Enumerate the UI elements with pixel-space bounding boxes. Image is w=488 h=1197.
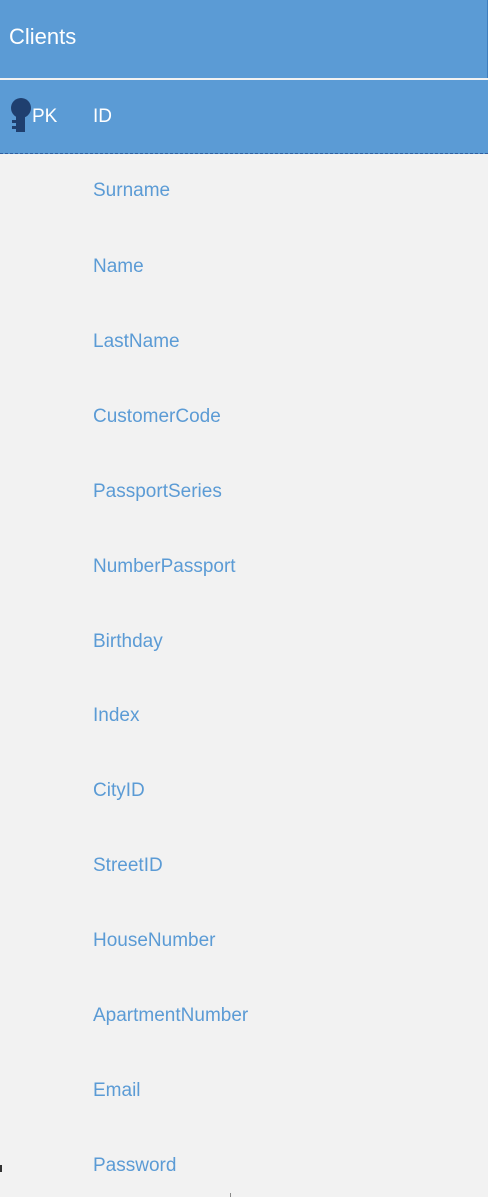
- field-numberpassport[interactable]: NumberPassport: [93, 554, 236, 580]
- field-streetid[interactable]: StreetID: [93, 853, 163, 879]
- primary-key-row[interactable]: PK ID: [0, 80, 488, 154]
- field-birthday[interactable]: Birthday: [93, 629, 163, 655]
- field-apartmentnumber[interactable]: ApartmentNumber: [93, 1003, 248, 1029]
- field-id[interactable]: ID: [93, 104, 112, 130]
- connector-tick: [0, 1165, 2, 1172]
- pk-badge: PK: [32, 106, 58, 127]
- field-customercode[interactable]: CustomerCode: [93, 404, 221, 430]
- entity-title: Clients: [9, 24, 77, 49]
- field-passportseries[interactable]: PassportSeries: [93, 479, 222, 505]
- field-cityid[interactable]: CityID: [93, 778, 145, 804]
- entity-header[interactable]: Clients: [0, 0, 488, 78]
- field-index[interactable]: Index: [93, 703, 139, 729]
- field-password[interactable]: Password: [93, 1153, 176, 1179]
- field-surname[interactable]: Surname: [93, 178, 170, 204]
- connector-mark: [230, 1193, 231, 1197]
- field-name[interactable]: Name: [93, 254, 144, 280]
- field-housenumber[interactable]: HouseNumber: [93, 928, 216, 954]
- entity-table-clients[interactable]: Clients PK ID Surname Name LastName Cust…: [0, 0, 488, 1197]
- field-lastname[interactable]: LastName: [93, 329, 180, 355]
- field-email[interactable]: Email: [93, 1078, 141, 1104]
